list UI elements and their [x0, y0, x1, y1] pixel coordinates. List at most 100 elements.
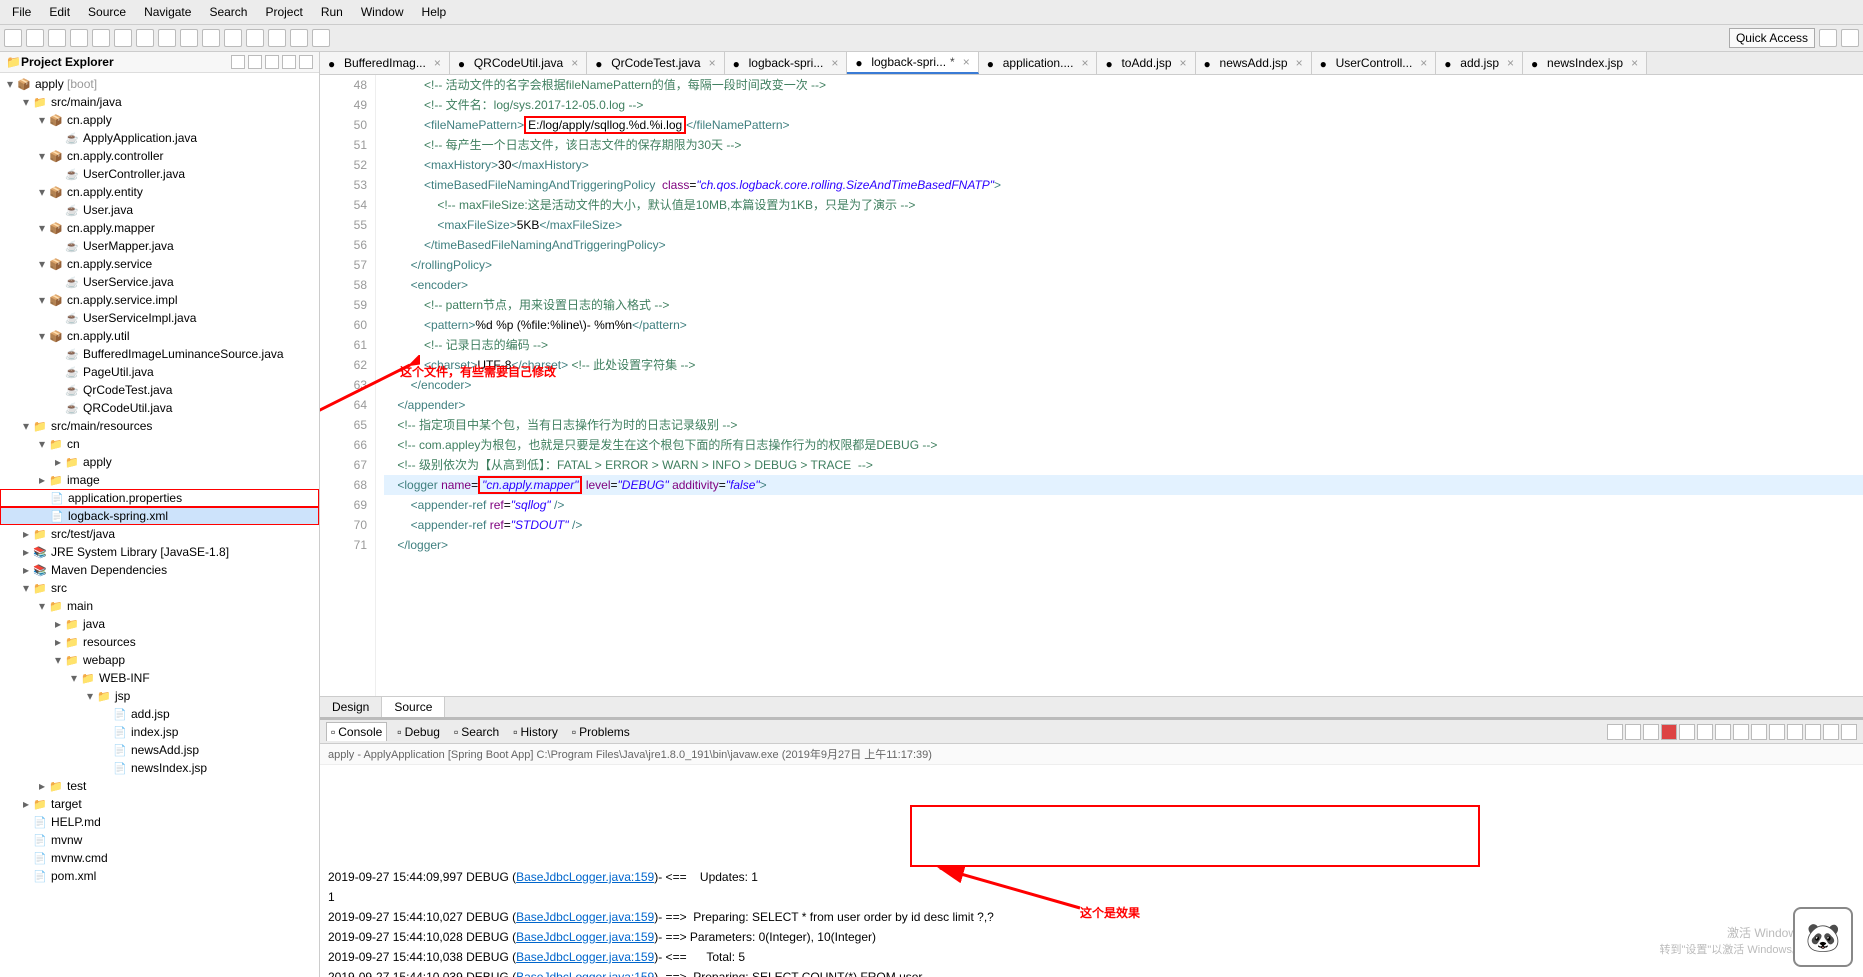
perspective-button[interactable] [1819, 29, 1837, 47]
tree-item[interactable]: ▾📁src/main/java [0, 93, 319, 111]
terminate-button[interactable] [1661, 724, 1677, 740]
tree-item[interactable]: ☕ApplyApplication.java [0, 129, 319, 147]
code-line[interactable]: <fileNamePattern>E:/log/apply/sqllog.%d.… [384, 115, 1863, 135]
code-line[interactable]: <maxFileSize>5KB</maxFileSize> [384, 215, 1863, 235]
editor-tab[interactable]: ●newsIndex.jsp× [1523, 52, 1647, 74]
tree-item-project-root[interactable]: ▾📦 apply [boot] [0, 75, 319, 93]
tree-item[interactable]: 📄logback-spring.xml [0, 507, 319, 525]
tree-item[interactable]: ▸📁test [0, 777, 319, 795]
code-line[interactable]: <!-- 每产生一个日志文件，该日志文件的保存期限为30天 --> [384, 135, 1863, 155]
tree-item[interactable]: ☕UserService.java [0, 273, 319, 291]
code-line[interactable]: <!-- pattern节点，用来设置日志的输入格式 --> [384, 295, 1863, 315]
console-toolbar-button[interactable] [1679, 724, 1695, 740]
tree-item[interactable]: ☕UserServiceImpl.java [0, 309, 319, 327]
tree-item[interactable]: ▾📁cn [0, 435, 319, 453]
code-line[interactable]: <!-- 文件名：log/sys.2017-12-05.0.log --> [384, 95, 1863, 115]
close-tab-icon[interactable]: × [434, 56, 441, 70]
editor-tab[interactable]: ●application....× [979, 52, 1098, 74]
console-tab-debug[interactable]: ▫Debug [393, 723, 444, 741]
clear-console-button[interactable] [1715, 724, 1731, 740]
console-tab-console[interactable]: ▫Console [326, 722, 387, 741]
tree-item[interactable]: ▸📁resources [0, 633, 319, 651]
close-tab-icon[interactable]: × [1180, 56, 1187, 70]
tree-item[interactable]: 📄mvnw.cmd [0, 849, 319, 867]
code-line[interactable]: </timeBasedFileNamingAndTriggeringPolicy… [384, 235, 1863, 255]
tree-item[interactable]: 📄index.jsp [0, 723, 319, 741]
code-line[interactable]: </logger> [384, 535, 1863, 555]
menu-navigate[interactable]: Navigate [136, 2, 199, 22]
code-line[interactable]: </encoder> [384, 375, 1863, 395]
maximize-button[interactable] [299, 55, 313, 69]
toolbar-button[interactable] [4, 29, 22, 47]
code-line[interactable]: <encoder> [384, 275, 1863, 295]
code-editor[interactable]: 4849505152535455565758596061626364656667… [320, 75, 1863, 696]
tree-item[interactable]: ▸📚JRE System Library [JavaSE-1.8] [0, 543, 319, 561]
tree-item[interactable]: ▸📁src/test/java [0, 525, 319, 543]
tree-item[interactable]: ▾📦cn.apply [0, 111, 319, 129]
menu-run[interactable]: Run [313, 2, 351, 22]
editor-tab[interactable]: ●QrCodeTest.java× [587, 52, 724, 74]
tree-item[interactable]: ☕BufferedImageLuminanceSource.java [0, 345, 319, 363]
console-output[interactable]: 这个是效果 2019-09-27 15:44:09,997 DEBUG (Bas… [320, 765, 1863, 977]
source-tab[interactable]: Source [382, 697, 445, 717]
console-toolbar-button[interactable] [1787, 724, 1803, 740]
maximize-button[interactable] [1841, 724, 1857, 740]
editor-tab[interactable]: ●QRCodeUtil.java× [450, 52, 587, 74]
tree-item[interactable]: ▾📁src [0, 579, 319, 597]
tree-item[interactable]: ▸📁apply [0, 453, 319, 471]
link-editor-button[interactable] [248, 55, 262, 69]
minimize-button[interactable] [282, 55, 296, 69]
toolbar-button[interactable] [70, 29, 88, 47]
minimize-button[interactable] [1823, 724, 1839, 740]
close-tab-icon[interactable]: × [1631, 56, 1638, 70]
code-line[interactable]: </rollingPolicy> [384, 255, 1863, 275]
menu-edit[interactable]: Edit [41, 2, 78, 22]
toolbar-button[interactable] [180, 29, 198, 47]
tree-item[interactable]: ▾📁webapp [0, 651, 319, 669]
tree-item[interactable]: ▾📦cn.apply.util [0, 327, 319, 345]
toolbar-button[interactable] [26, 29, 44, 47]
menu-search[interactable]: Search [201, 2, 255, 22]
console-tab-problems[interactable]: ▫Problems [568, 723, 634, 741]
close-tab-icon[interactable]: × [1296, 56, 1303, 70]
tree-item[interactable]: 📄add.jsp [0, 705, 319, 723]
tree-item[interactable]: 📄newsAdd.jsp [0, 741, 319, 759]
tree-item[interactable]: ▾📁jsp [0, 687, 319, 705]
menu-file[interactable]: File [4, 2, 39, 22]
code-line[interactable]: <!-- 级别依次为【从高到低】：FATAL > ERROR > WARN > … [384, 455, 1863, 475]
code-line[interactable]: <appender-ref ref="STDOUT" /> [384, 515, 1863, 535]
quick-access-field[interactable]: Quick Access [1729, 28, 1815, 48]
tree-item[interactable]: ☕PageUtil.java [0, 363, 319, 381]
editor-tab[interactable]: ●add.jsp× [1436, 52, 1523, 74]
tree-item[interactable]: ▾📁src/main/resources [0, 417, 319, 435]
tree-item[interactable]: ☕UserMapper.java [0, 237, 319, 255]
tree-item[interactable]: ▸📁target [0, 795, 319, 813]
toolbar-button[interactable] [202, 29, 220, 47]
menu-window[interactable]: Window [353, 2, 412, 22]
console-toolbar-button[interactable] [1769, 724, 1785, 740]
console-tab-history[interactable]: ▫History [509, 723, 562, 741]
tree-item[interactable]: ▾📦cn.apply.mapper [0, 219, 319, 237]
menu-project[interactable]: Project [257, 2, 310, 22]
tree-item[interactable]: 📄HELP.md [0, 813, 319, 831]
code-line[interactable]: <!-- 记录日志的编码 --> [384, 335, 1863, 355]
tree-item[interactable]: ☕UserController.java [0, 165, 319, 183]
tree-item[interactable]: ☕QRCodeUtil.java [0, 399, 319, 417]
close-tab-icon[interactable]: × [963, 55, 970, 69]
close-tab-icon[interactable]: × [709, 56, 716, 70]
project-tree[interactable]: ▾📦 apply [boot] ▾📁src/main/java▾📦cn.appl… [0, 73, 319, 977]
code-line[interactable]: <!-- maxFileSize:这是活动文件的大小，默认值是10MB,本篇设置… [384, 195, 1863, 215]
view-menu-button[interactable] [265, 55, 279, 69]
menu-help[interactable]: Help [414, 2, 455, 22]
tree-item[interactable]: ☕QrCodeTest.java [0, 381, 319, 399]
tree-item[interactable]: ☕User.java [0, 201, 319, 219]
toolbar-button[interactable] [268, 29, 286, 47]
toolbar-button[interactable] [246, 29, 264, 47]
tree-item[interactable]: 📄application.properties [0, 489, 319, 507]
toolbar-button[interactable] [158, 29, 176, 47]
console-toolbar-button[interactable] [1733, 724, 1749, 740]
tree-item[interactable]: ▸📁java [0, 615, 319, 633]
tree-item[interactable]: ▾📦cn.apply.service.impl [0, 291, 319, 309]
tree-item[interactable]: ▾📦cn.apply.controller [0, 147, 319, 165]
tree-item[interactable]: ▸📚Maven Dependencies [0, 561, 319, 579]
